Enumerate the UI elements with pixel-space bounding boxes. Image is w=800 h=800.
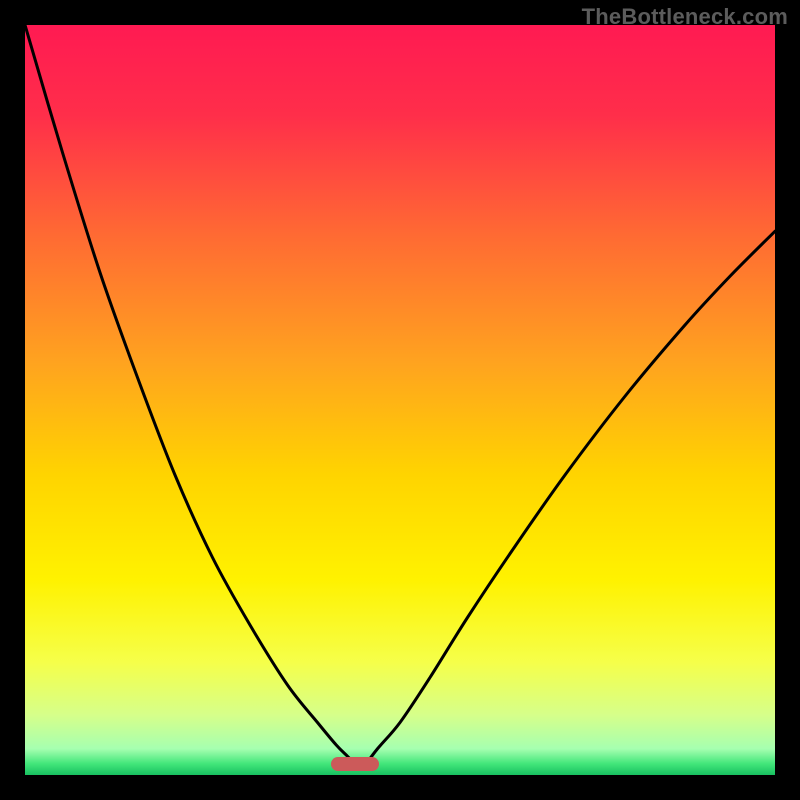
curve-right-branch: [366, 231, 775, 764]
curve-layer: [25, 25, 775, 775]
bottom-marker: [331, 757, 379, 771]
watermark-text: TheBottleneck.com: [582, 4, 788, 30]
plot-area: [25, 25, 775, 775]
curve-left-branch: [25, 25, 355, 764]
outer-frame: TheBottleneck.com: [0, 0, 800, 800]
